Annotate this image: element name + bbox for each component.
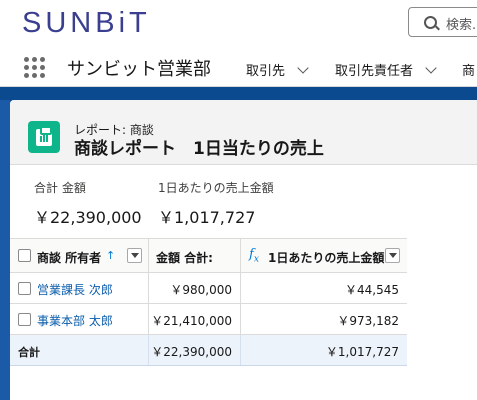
summary-value-daily-sales: ￥1,017,727 (158, 208, 256, 227)
global-search-box[interactable]: 検索... (408, 7, 477, 37)
report-title: 商談レポート 1日当たりの売上 (74, 139, 324, 159)
nav-item-label: 取引先 (246, 64, 286, 79)
daily-sales-cell: ￥44,545 (345, 283, 399, 297)
page-background-side (0, 100, 10, 400)
table-row: 営業課長 次郎 ￥980,000 ￥44,545 (10, 273, 407, 304)
chevron-down-icon[interactable] (425, 62, 437, 74)
report-header: レポート: 商談 商談レポート 1日当たりの売上 (10, 100, 477, 165)
row-checkbox[interactable] (18, 282, 31, 295)
app-launcher-icon[interactable] (24, 57, 46, 79)
total-label: 合計 (18, 346, 40, 359)
nav-item-label: 取引先責任者 (335, 64, 414, 79)
sort-ascending-icon[interactable]: ↑ (106, 249, 115, 262)
owner-link[interactable]: 営業課長 次郎 (37, 281, 113, 298)
row-checkbox[interactable] (18, 313, 31, 326)
app-navigation-bar: サンビット営業部 取引先 取引先責任者 商 (0, 49, 477, 87)
summary-value-total-amount: ￥22,390,000 (34, 208, 142, 227)
search-placeholder: 検索... (446, 18, 477, 33)
company-logo[interactable]: SUNBiT (22, 7, 151, 40)
owner-link[interactable]: 事業本部 太郎 (37, 312, 113, 329)
table-total-row: 合計 ￥22,390,000 ￥1,017,727 (10, 335, 407, 366)
column-header-amount[interactable]: 金額 合計: (149, 239, 241, 272)
amount-cell: ￥21,410,000 (151, 314, 232, 328)
nav-item-label: 商 (462, 64, 476, 79)
amount-cell: ￥980,000 (170, 283, 232, 297)
column-menu-button[interactable] (385, 248, 400, 263)
select-all-checkbox[interactable] (18, 249, 31, 262)
nav-item-accounts[interactable]: 取引先 (246, 60, 309, 79)
chevron-down-icon[interactable] (297, 62, 309, 74)
total-amount-cell: ￥22,390,000 (151, 345, 232, 359)
column-header-daily-sales[interactable]: fx 1日あたりの売上金額 (241, 239, 407, 272)
report-card: レポート: 商談 商談レポート 1日当たりの売上 合計 金額 ￥22,390,0… (10, 100, 477, 400)
summary-label-total-amount: 合計 金額 (34, 181, 86, 195)
formula-icon: fx (249, 247, 259, 265)
table-row: 事業本部 太郎 ￥21,410,000 ￥973,182 (10, 304, 407, 335)
column-menu-button[interactable] (127, 248, 142, 263)
nav-item-contacts[interactable]: 取引先責任者 (335, 60, 437, 79)
table-header-row: 商談 所有者 ↑ 金額 合計: fx 1日あたりの売上金額 (10, 238, 407, 273)
daily-sales-cell: ￥973,182 (337, 314, 399, 328)
column-header-amount-label[interactable]: 金額 合計: (156, 249, 213, 266)
search-icon (424, 16, 437, 29)
total-daily-sales-cell: ￥1,017,727 (325, 345, 399, 359)
summary-label-daily-sales: 1日あたりの売上金額 (158, 181, 274, 195)
column-header-owner-label[interactable]: 商談 所有者 (37, 249, 101, 266)
column-header-owner[interactable]: 商談 所有者 ↑ (10, 239, 149, 272)
global-header: SUNBiT 検索... (0, 0, 477, 49)
column-header-daily-sales-label[interactable]: 1日あたりの売上金額 (268, 249, 384, 266)
app-name: サンビット営業部 (67, 59, 211, 80)
nav-item-opportunities[interactable]: 商 (462, 60, 475, 79)
report-icon (28, 121, 60, 153)
